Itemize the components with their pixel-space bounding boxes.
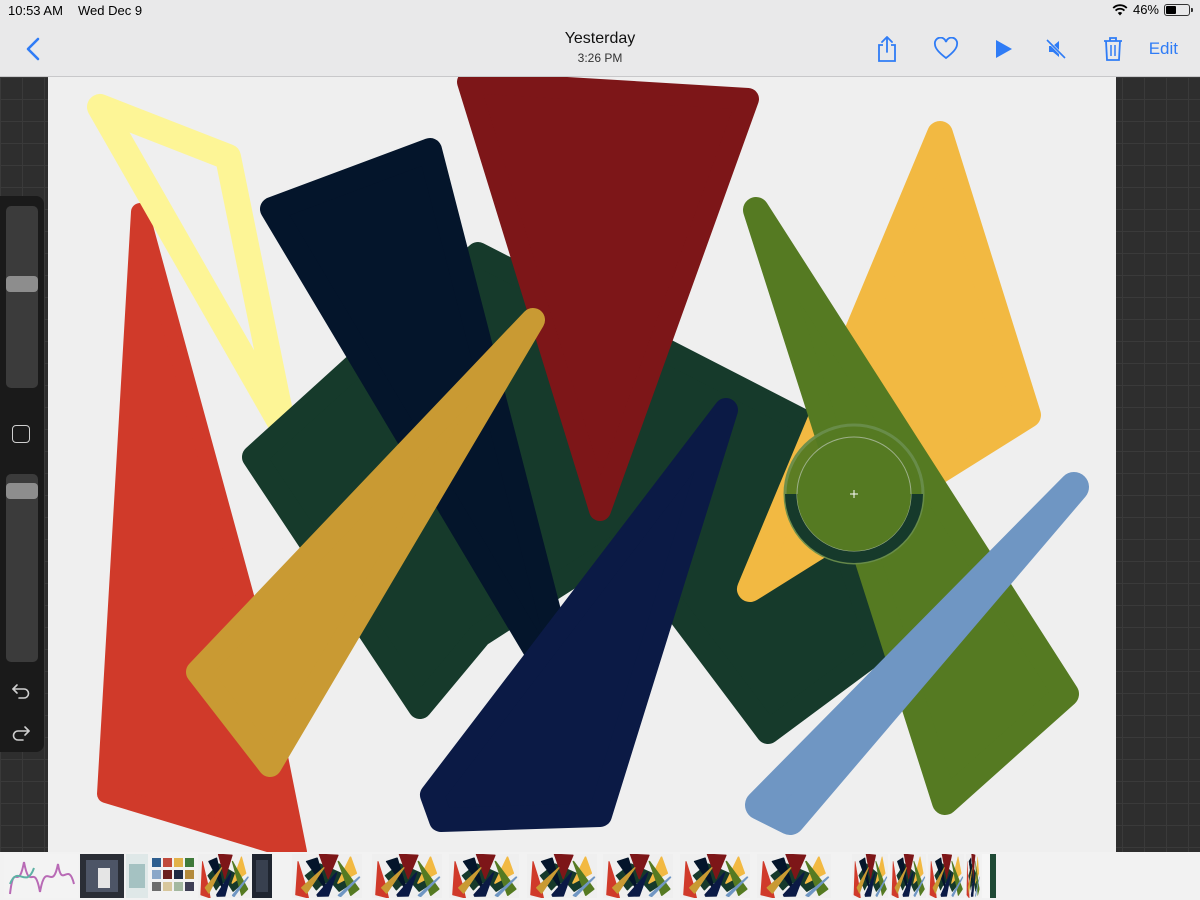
status-indicators: 46%	[1112, 2, 1193, 17]
trash-icon	[1104, 37, 1122, 61]
thumbnail-image	[152, 858, 194, 891]
filmstrip-thumbnail[interactable]	[449, 854, 519, 898]
filmstrip-thumbnail[interactable]	[680, 854, 750, 898]
thumbnail-image	[452, 854, 518, 898]
page-subtitle: 3:26 PM	[577, 51, 623, 65]
thumbnail-image	[683, 854, 749, 898]
undo-button[interactable]	[10, 682, 32, 700]
modify-button[interactable]	[12, 425, 30, 443]
brush-size-thumb[interactable]	[6, 276, 38, 292]
thumbnail-image	[129, 864, 145, 888]
filmstrip-thumbnail[interactable]	[80, 854, 124, 898]
thumbnail-image	[375, 854, 441, 898]
play-button[interactable]	[988, 34, 1018, 64]
thumbnail-image	[200, 854, 249, 898]
status-time: 10:53 AM	[8, 3, 63, 18]
filmstrip-thumbnail[interactable]	[982, 854, 996, 898]
filmstrip-thumbnail[interactable]	[966, 854, 980, 898]
share-icon	[878, 36, 896, 62]
thumbnail-image	[295, 854, 361, 898]
status-date: Wed Dec 9	[78, 3, 143, 18]
speaker-muted-icon	[1045, 38, 1067, 60]
battery-icon	[1164, 3, 1193, 16]
undo-icon	[12, 684, 30, 699]
filmstrip-thumbnail[interactable]	[4, 854, 78, 898]
thumbnail-image	[86, 860, 118, 892]
favorite-button[interactable]	[931, 34, 961, 64]
opacity-slider[interactable]	[6, 474, 38, 662]
filmstrip-thumbnail[interactable]	[150, 854, 196, 898]
filmstrip-thumbnail[interactable]	[527, 854, 597, 898]
brush-size-slider[interactable]	[6, 206, 38, 388]
play-icon	[996, 40, 1012, 58]
thumbnail-image	[990, 854, 996, 898]
wifi-icon	[1112, 3, 1128, 15]
mute-button[interactable]	[1041, 34, 1071, 64]
heart-icon	[934, 37, 958, 60]
thumbnail-image	[606, 854, 672, 898]
redo-icon	[12, 726, 30, 741]
thumbnail-image	[760, 854, 830, 898]
filmstrip-thumbnail[interactable]	[372, 854, 442, 898]
filmstrip-thumbnail[interactable]	[603, 854, 673, 898]
page-title: Yesterday	[564, 30, 636, 47]
edit-button[interactable]: Edit	[1149, 39, 1178, 59]
opacity-thumb[interactable]	[6, 483, 38, 499]
filmstrip-thumbnail[interactable]	[198, 854, 250, 898]
thumbnail-image	[9, 861, 75, 895]
filmstrip-thumbnail[interactable]	[890, 854, 926, 898]
share-button[interactable]	[872, 34, 902, 64]
delete-button[interactable]	[1098, 34, 1128, 64]
thumbnail-image	[256, 860, 268, 892]
photo-filmstrip	[0, 852, 1200, 900]
filmstrip-thumbnail[interactable]	[852, 854, 888, 898]
thumbnail-image	[530, 854, 596, 898]
filmstrip-thumbnail[interactable]	[252, 854, 272, 898]
status-bar: 10:53 AM Wed Dec 9 46%	[0, 0, 1200, 22]
brush-sidebar	[0, 196, 44, 752]
thumbnail-image	[966, 854, 980, 898]
color-picker-loupe	[783, 423, 925, 565]
artwork-drawing	[87, 77, 1089, 852]
filmstrip-thumbnail[interactable]	[126, 854, 148, 898]
redo-button[interactable]	[10, 724, 32, 742]
navigation-bar: Yesterday 3:26 PM Edit	[0, 22, 1200, 77]
battery-percent: 46%	[1132, 2, 1159, 17]
filmstrip-thumbnail[interactable]	[292, 854, 362, 898]
artwork-canvas[interactable]	[48, 77, 1116, 852]
thumbnail-image	[929, 854, 964, 898]
filmstrip-thumbnail[interactable]	[928, 854, 964, 898]
filmstrip-thumbnail[interactable]	[757, 854, 831, 898]
battery-level	[1166, 5, 1176, 14]
thumbnail-image	[853, 854, 888, 898]
thumbnail-image	[891, 854, 926, 898]
